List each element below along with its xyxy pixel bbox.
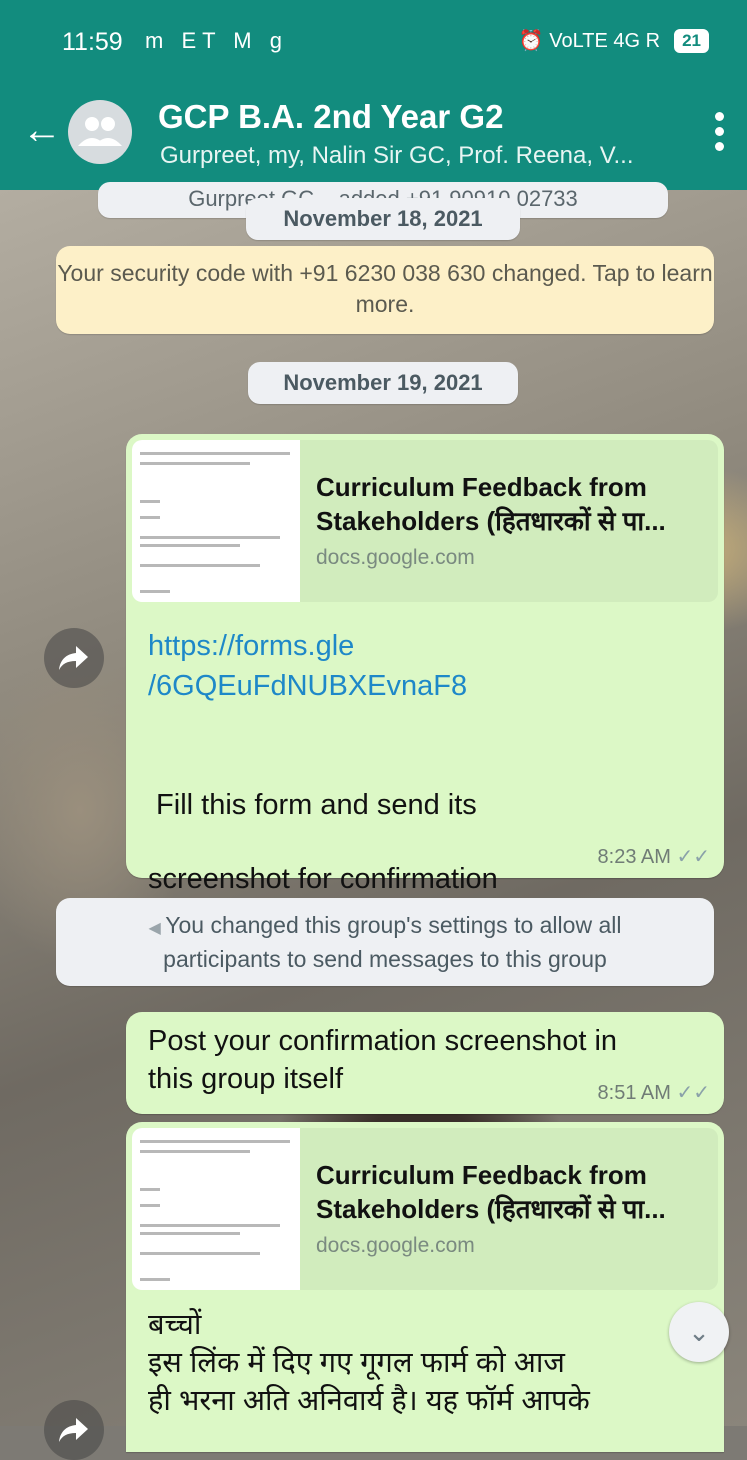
preview-domain: docs.google.com (316, 1234, 475, 1257)
link-preview[interactable]: Curriculum Feedback from Stakeholders (ह… (132, 1128, 718, 1290)
more-options-icon[interactable] (715, 112, 725, 157)
form-thumbnail (132, 440, 300, 602)
date-chip: November 19, 2021 (248, 362, 518, 404)
status-bar: 11:59 m ET M g ⏰ VoLTE 4G R 21 (0, 0, 747, 90)
status-right-icons: ⏰ VoLTE 4G R 21 (519, 28, 709, 53)
form-link[interactable]: https://forms.gle (148, 626, 467, 666)
double-chevron-down-icon: ⌄ (688, 1317, 710, 1347)
chat-header[interactable]: ← GCP B.A. 2nd Year G2 Gurpreet, my, Nal… (0, 90, 747, 190)
form-link-cont[interactable]: /6GQEuFdNUBXEvnaF8 (148, 666, 467, 706)
notification-icons: m ET M g (145, 28, 288, 53)
message-bubble[interactable]: Curriculum Feedback from Stakeholders (ह… (126, 434, 724, 895)
share-arrow-icon (59, 1418, 88, 1442)
message-bubble[interactable]: Curriculum Feedback from Stakeholders (ह… (126, 1122, 724, 1452)
forward-button[interactable] (44, 1400, 104, 1460)
forward-button[interactable] (44, 628, 104, 688)
message-time: 8:51 AM ✓✓ (597, 1082, 710, 1104)
security-notice-text: Your security code with +91 6230 038 630… (57, 260, 713, 317)
back-arrow-icon[interactable]: ← (22, 108, 62, 153)
message-text: बच्चों (148, 1309, 202, 1341)
share-arrow-icon (59, 646, 88, 670)
megaphone-icon: ◀ (148, 920, 166, 937)
group-title[interactable]: GCP B.A. 2nd Year G2 (158, 98, 503, 136)
message-text: this group itself (148, 1063, 344, 1095)
preview-title: Curriculum Feedback from Stakeholders (ह… (316, 472, 666, 536)
security-code-notice[interactable]: Your security code with +91 6230 038 630… (56, 246, 714, 334)
status-time: 11:59 (62, 28, 123, 56)
group-icon (78, 117, 122, 146)
group-avatar[interactable] (68, 100, 132, 164)
message-text: इस लिंक में दिए गए गूगल फार्म को आज (148, 1347, 565, 1379)
group-participants[interactable]: Gurpreet, my, Nalin Sir GC, Prof. Reena,… (160, 142, 634, 170)
scroll-down-button[interactable]: ⌄ (669, 1302, 729, 1362)
message-text: ही भरना अति अनिवार्य है। यह फॉर्म आपके (148, 1385, 590, 1417)
signal-icons: ⏰ VoLTE 4G R (518, 30, 661, 52)
group-settings-notice: ◀ You changed this group's settings to a… (56, 898, 714, 986)
preview-domain: docs.google.com (316, 546, 475, 569)
form-thumbnail (132, 1128, 300, 1290)
link-preview[interactable]: Curriculum Feedback from Stakeholders (ह… (132, 440, 718, 602)
message-text: screenshot for confirmation (148, 863, 498, 895)
message-text: Fill this form and send its (148, 789, 477, 821)
double-tick-icon: ✓✓ (676, 1082, 710, 1104)
message-time: 8:23 AM ✓✓ (597, 846, 710, 868)
battery-icon: 21 (674, 28, 709, 53)
message-bubble[interactable]: Post your confirmation screenshot in thi… (126, 1012, 724, 1114)
message-text: Post your confirmation screenshot in (148, 1025, 618, 1057)
preview-title: Curriculum Feedback from Stakeholders (ह… (316, 1160, 666, 1224)
date-chip: November 18, 2021 (246, 198, 520, 240)
double-tick-icon: ✓✓ (676, 846, 710, 868)
